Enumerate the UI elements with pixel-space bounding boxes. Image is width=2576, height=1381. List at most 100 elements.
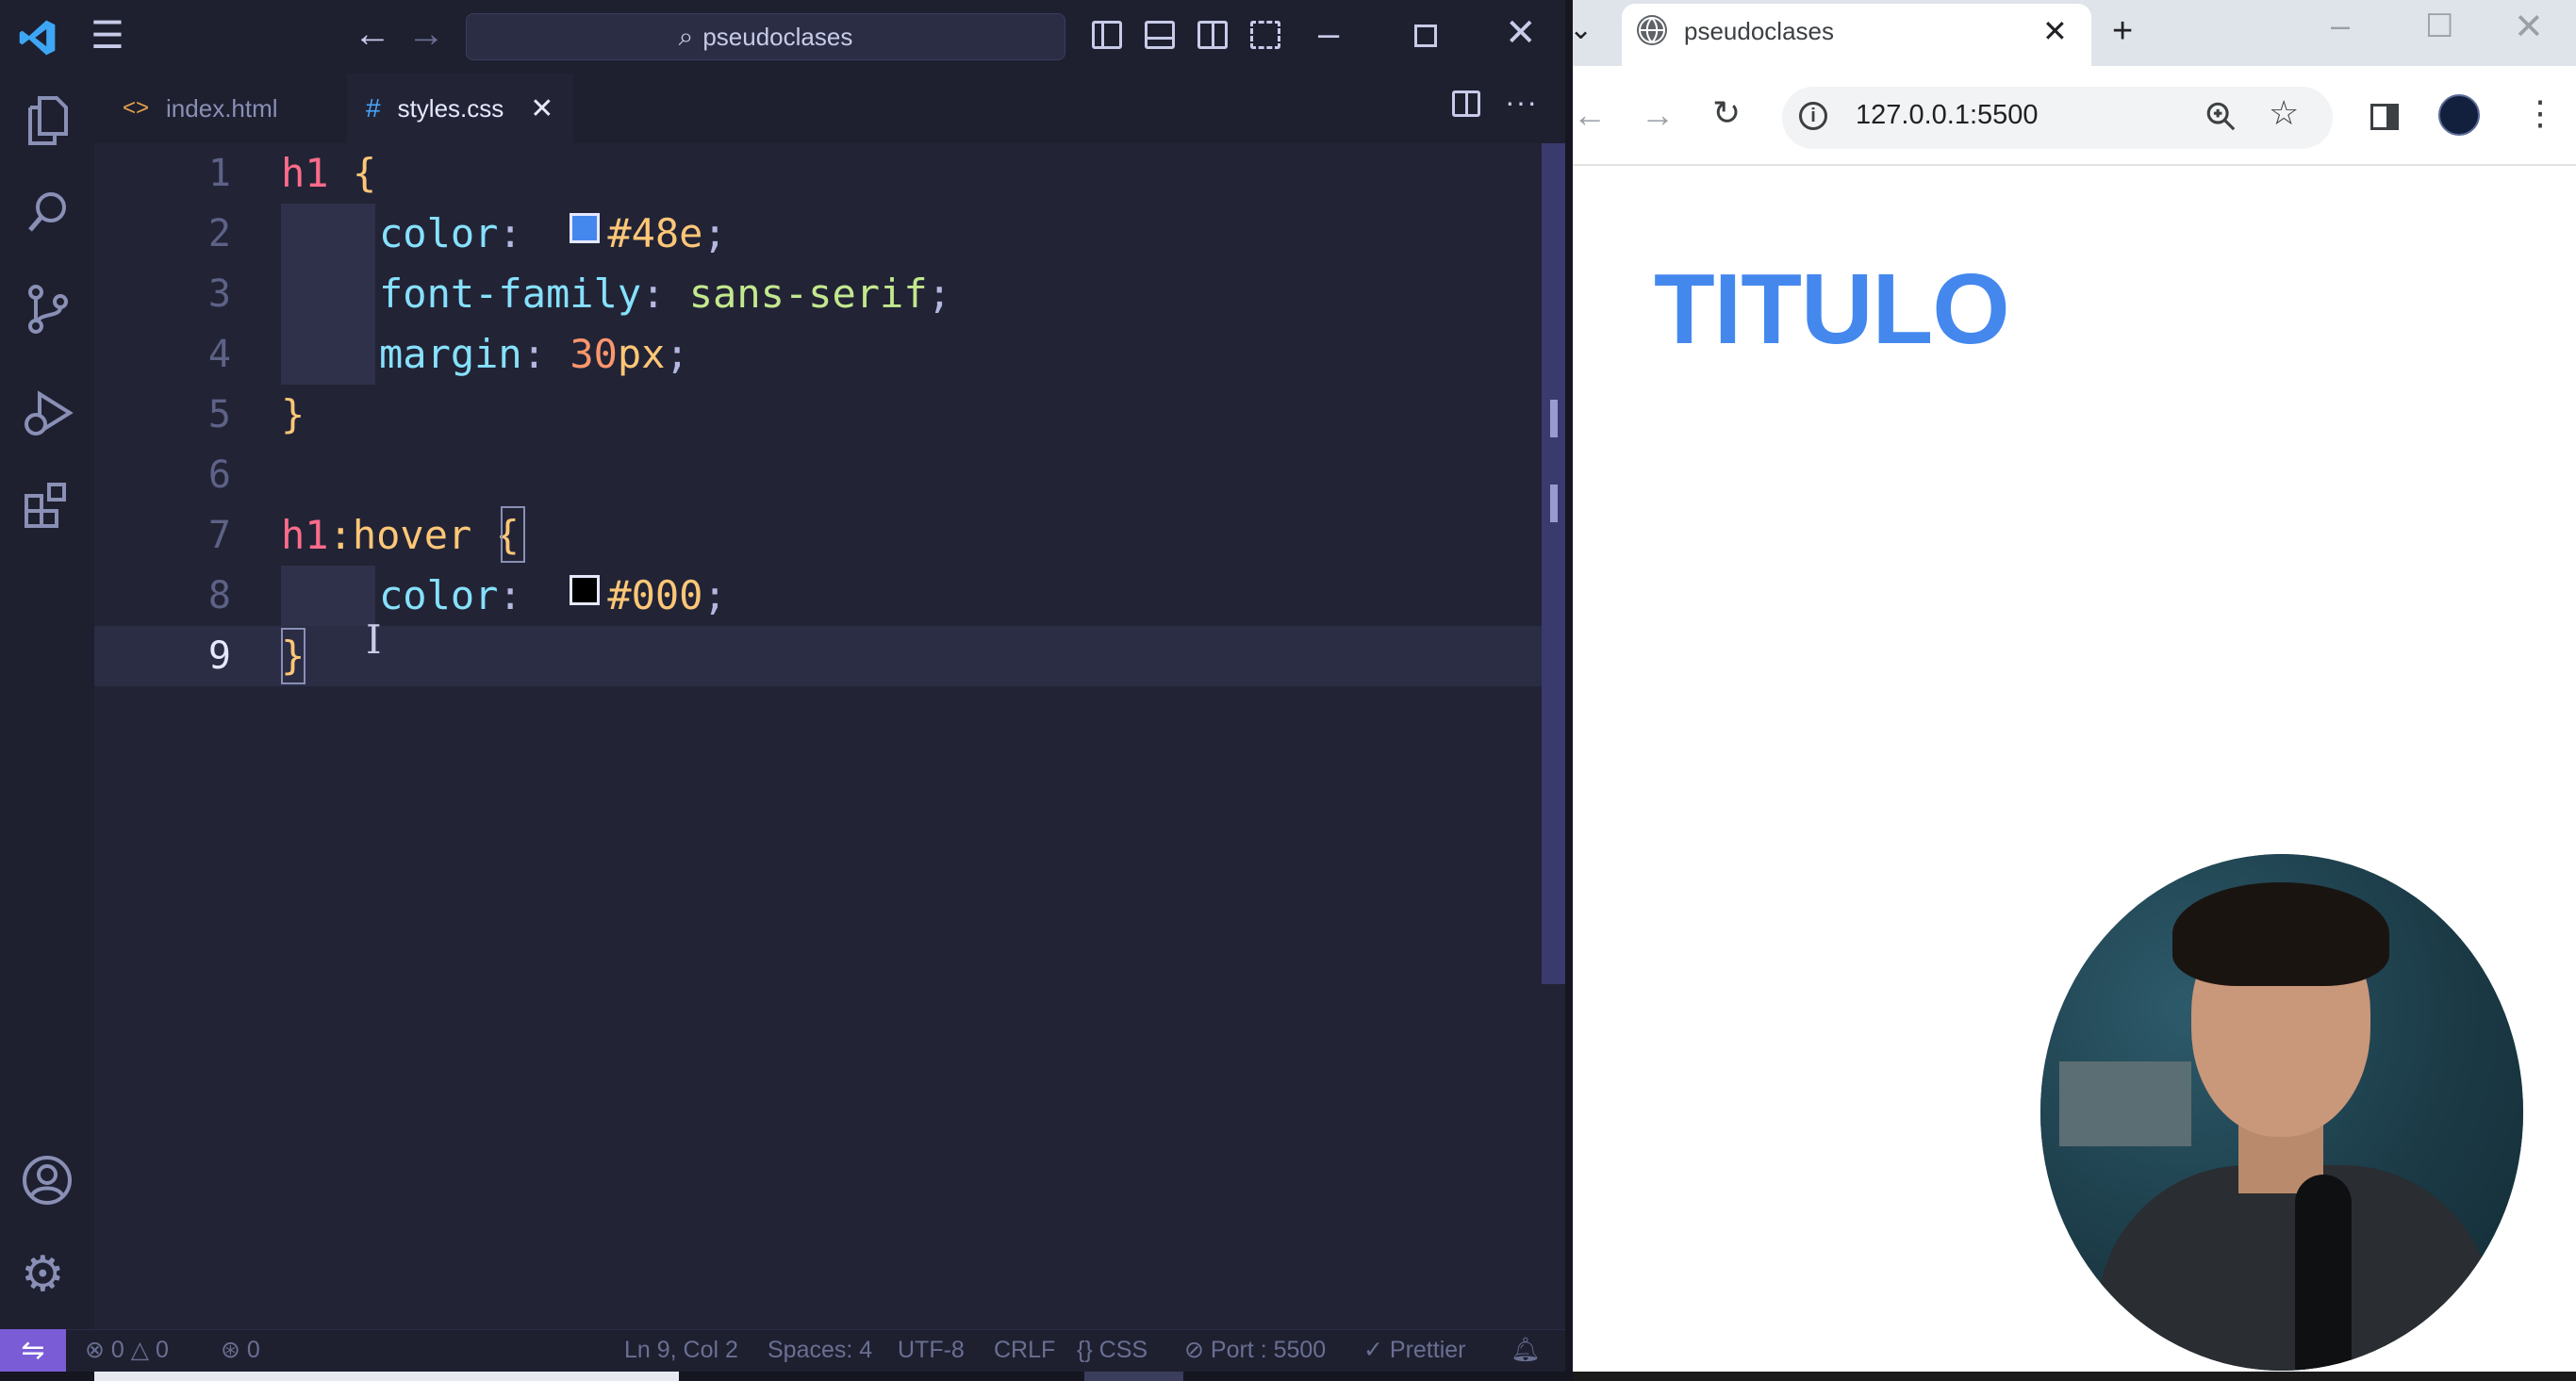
webcam-person-hair bbox=[2172, 882, 2389, 986]
notifications-bell-icon[interactable]: 🔔︎ bbox=[1511, 1329, 1541, 1372]
current-line-highlight bbox=[94, 626, 1542, 686]
profile-avatar[interactable] bbox=[2438, 94, 2480, 136]
html-file-icon: <> bbox=[123, 95, 150, 121]
double-check-icon: ✓ bbox=[1363, 1337, 1383, 1363]
tab-search-chevron-icon[interactable]: ⌄ bbox=[1569, 13, 1593, 46]
line-number: 4 bbox=[207, 333, 231, 376]
split-editor-icon[interactable] bbox=[1452, 90, 1480, 117]
search-icon[interactable] bbox=[25, 189, 72, 240]
prettier-status[interactable]: ✓ Prettier bbox=[1363, 1329, 1466, 1372]
back-arrow-icon[interactable]: ← bbox=[1573, 98, 1607, 132]
code-line-1: h1 { bbox=[281, 150, 377, 196]
code-line-4: margin: 30px; bbox=[379, 331, 689, 377]
text-cursor-icon: I bbox=[366, 617, 382, 663]
code-line-3: font-family: sans-serif; bbox=[379, 271, 951, 317]
editor-scrollbar[interactable] bbox=[1542, 143, 1565, 984]
run-and-debug-icon[interactable] bbox=[21, 386, 74, 444]
search-icon: ⌕ bbox=[678, 21, 694, 51]
webcam-microphone bbox=[2295, 1175, 2352, 1371]
code-line-5: } bbox=[281, 391, 305, 437]
line-number: 8 bbox=[207, 574, 231, 617]
window-divider bbox=[1565, 0, 1573, 1381]
warning-icon: △ bbox=[130, 1337, 149, 1363]
maximize-icon[interactable] bbox=[1414, 25, 1437, 47]
indent-guide bbox=[281, 204, 375, 385]
tab-label: index.html bbox=[166, 93, 278, 123]
ports-indicator[interactable]: ⊛ 0 bbox=[221, 1329, 260, 1372]
globe-icon bbox=[1637, 15, 1667, 45]
code-line-7: h1:hover { bbox=[281, 512, 520, 558]
command-center-label: pseudoclases bbox=[702, 22, 853, 51]
bracket-match-highlight bbox=[501, 506, 525, 563]
bracket-match-highlight bbox=[281, 628, 305, 684]
close-tab-icon[interactable]: ✕ bbox=[2042, 13, 2068, 49]
browser-bottom-edge bbox=[1573, 1372, 2576, 1381]
manage-gear-icon[interactable]: ⚙ bbox=[21, 1250, 65, 1299]
horizontal-scrollbar[interactable] bbox=[94, 1372, 679, 1381]
toggle-primary-sidebar-icon[interactable] bbox=[1092, 21, 1122, 49]
line-number: 6 bbox=[207, 453, 231, 497]
source-control-icon[interactable] bbox=[25, 283, 72, 340]
maximize-icon[interactable]: ☐ bbox=[2425, 8, 2453, 45]
line-endings[interactable]: CRLF bbox=[994, 1329, 1055, 1372]
zoom-icon[interactable] bbox=[2204, 100, 2237, 137]
horizontal-scrollbar-thumb[interactable] bbox=[1084, 1372, 1183, 1381]
code-line-8: color: #000; bbox=[379, 572, 727, 618]
reload-icon[interactable]: ↻ bbox=[1712, 96, 1741, 130]
live-server-port[interactable]: ⊘ Port : 5500 bbox=[1184, 1329, 1326, 1372]
accounts-icon[interactable] bbox=[21, 1154, 74, 1211]
close-window-icon[interactable]: ✕ bbox=[2514, 6, 2544, 48]
line-number: 7 bbox=[207, 514, 231, 557]
side-panel-icon[interactable] bbox=[2370, 104, 2399, 130]
explorer-icon[interactable] bbox=[25, 94, 72, 152]
line-number: 3 bbox=[207, 272, 231, 316]
webcam-shelf bbox=[2059, 1061, 2191, 1146]
color-swatch[interactable] bbox=[570, 575, 601, 605]
webcam-overlay bbox=[2040, 854, 2523, 1371]
new-tab-icon[interactable]: + bbox=[2112, 11, 2133, 52]
error-icon: ⊗ bbox=[85, 1337, 105, 1363]
line-number: 2 bbox=[207, 212, 231, 255]
forward-arrow-icon[interactable]: → bbox=[407, 15, 445, 53]
close-window-icon[interactable]: ✕ bbox=[1505, 11, 1537, 55]
vscode-logo-icon bbox=[17, 17, 58, 58]
indent-guide bbox=[281, 566, 375, 626]
back-arrow-icon[interactable]: ← bbox=[354, 15, 391, 53]
tab-styles-css[interactable]: # styles.css ✕ bbox=[347, 74, 573, 143]
url-text[interactable]: 127.0.0.1:5500 bbox=[1856, 100, 2039, 131]
browser-tab-title: pseudoclases bbox=[1684, 17, 1834, 45]
line-number: 5 bbox=[207, 393, 231, 436]
minimize-icon[interactable]: – bbox=[1318, 13, 1339, 56]
activity-bar bbox=[0, 74, 94, 1329]
toggle-panel-icon[interactable] bbox=[1145, 21, 1175, 49]
circle-slash-icon: ⊘ bbox=[1184, 1337, 1204, 1363]
problems-indicator[interactable]: ⊗ 0 △ 0 bbox=[85, 1329, 169, 1372]
line-number-active: 9 bbox=[207, 634, 231, 678]
site-info-icon[interactable]: i bbox=[1799, 102, 1827, 130]
more-actions-icon[interactable]: ··· bbox=[1505, 85, 1538, 120]
close-tab-icon[interactable]: ✕ bbox=[530, 92, 553, 125]
line-number: 1 bbox=[207, 152, 231, 195]
color-swatch[interactable] bbox=[570, 213, 601, 243]
code-line-2: color: #48e; bbox=[379, 210, 727, 256]
extensions-icon[interactable] bbox=[23, 479, 74, 538]
more-menu-icon[interactable]: ⋮ bbox=[2523, 96, 2557, 130]
indentation[interactable]: Spaces: 4 bbox=[768, 1329, 872, 1372]
bookmark-star-icon[interactable]: ☆ bbox=[2269, 96, 2299, 130]
remote-indicator-icon[interactable]: ⇋ bbox=[0, 1329, 66, 1372]
language-mode[interactable]: {} CSS bbox=[1077, 1329, 1148, 1372]
css-file-icon: # bbox=[366, 93, 381, 123]
toggle-secondary-sidebar-icon[interactable] bbox=[1197, 21, 1228, 49]
encoding[interactable]: UTF-8 bbox=[898, 1329, 965, 1372]
forward-arrow-icon[interactable]: → bbox=[1641, 98, 1675, 132]
command-center-search[interactable]: ⌕ pseudoclases bbox=[466, 13, 1065, 60]
tab-label: styles.css bbox=[397, 93, 504, 123]
menu-icon[interactable]: ☰ bbox=[91, 17, 124, 55]
customize-layout-icon[interactable] bbox=[1250, 21, 1280, 49]
minimize-icon[interactable]: – bbox=[2331, 6, 2350, 45]
tab-index-html[interactable]: <> index.html bbox=[104, 74, 339, 143]
page-heading[interactable]: TITULO bbox=[1654, 253, 2010, 367]
cursor-position[interactable]: Ln 9, Col 2 bbox=[624, 1329, 738, 1372]
broadcast-icon: ⊛ bbox=[221, 1337, 240, 1363]
braces-icon: {} bbox=[1077, 1337, 1093, 1363]
